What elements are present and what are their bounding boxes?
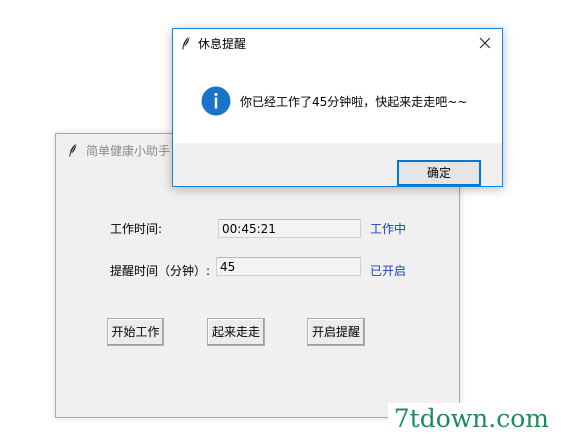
feather-icon — [182, 36, 190, 50]
start-work-button[interactable]: 开始工作 — [107, 318, 164, 346]
ok-button[interactable]: 确定 — [397, 160, 481, 186]
close-button[interactable] — [468, 29, 502, 57]
main-window-title: 简单健康小助手 — [86, 144, 171, 158]
feather-icon — [69, 143, 77, 157]
dialog-message: 你已经工作了45分钟啦，快起来走走吧~~ — [240, 95, 468, 109]
rest-reminder-dialog: 休息提醒 你已经工作了45分钟啦，快起来走走吧~~ 确定 — [172, 28, 503, 187]
close-icon — [479, 37, 491, 49]
dialog-body: 你已经工作了45分钟啦，快起来走走吧~~ — [173, 57, 502, 143]
work-time-label: 工作时间: — [110, 222, 163, 236]
remind-time-field[interactable]: 45 — [216, 257, 361, 276]
work-status-text: 工作中 — [370, 222, 407, 236]
info-icon — [201, 86, 231, 116]
dialog-title: 休息提醒 — [198, 37, 247, 51]
remind-status-text: 已开启 — [370, 264, 407, 278]
site-watermark: 7tdown.com — [387, 403, 555, 435]
dialog-titlebar[interactable]: 休息提醒 — [173, 29, 502, 57]
work-time-field[interactable]: 00:45:21 — [218, 219, 361, 238]
enable-reminder-button[interactable]: 开启提醒 — [307, 318, 365, 346]
get-up-button[interactable]: 起来走走 — [207, 318, 265, 346]
remind-time-label: 提醒时间（分钟）: — [110, 264, 211, 278]
